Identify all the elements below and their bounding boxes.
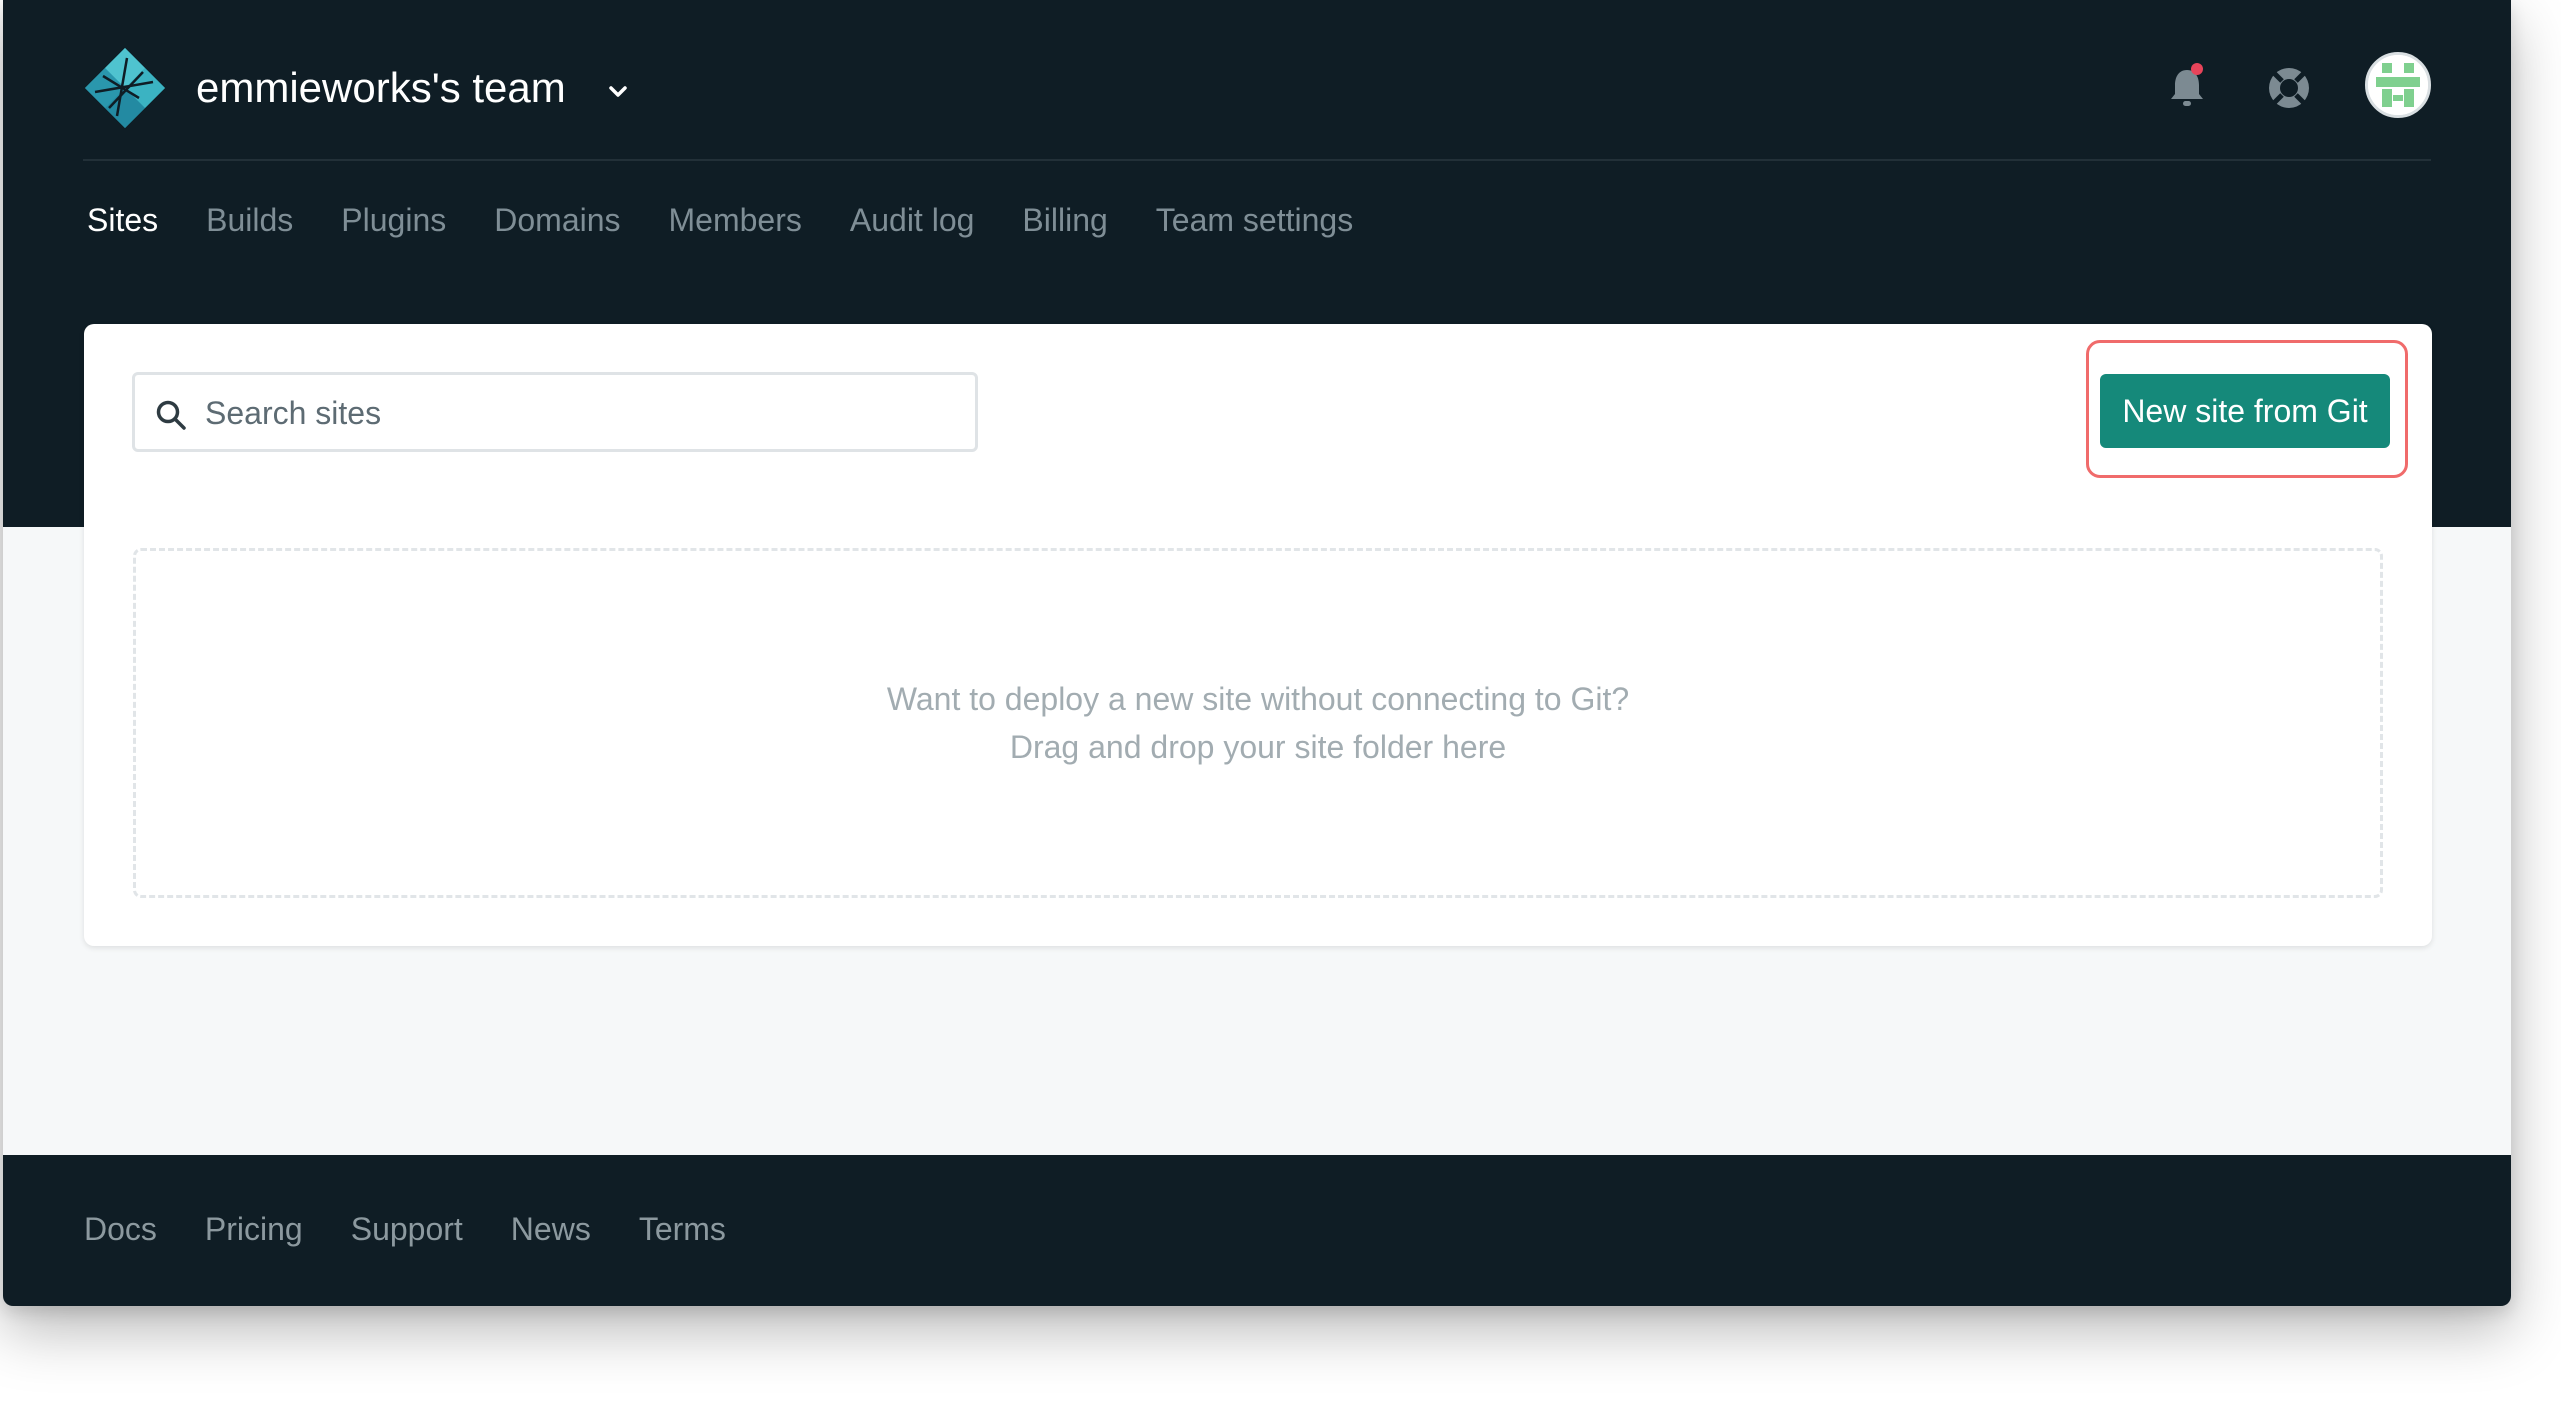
header-divider bbox=[83, 159, 2431, 161]
footer-links: Docs Pricing Support News Terms bbox=[84, 1206, 726, 1252]
drag-drop-zone[interactable]: Want to deploy a new site without connec… bbox=[133, 548, 2383, 898]
lifebuoy-icon[interactable] bbox=[2267, 66, 2311, 110]
tab-members[interactable]: Members bbox=[669, 198, 802, 242]
user-avatar[interactable] bbox=[2365, 52, 2431, 118]
tab-audit-log[interactable]: Audit log bbox=[850, 198, 975, 242]
tab-domains[interactable]: Domains bbox=[494, 198, 620, 242]
tab-sites[interactable]: Sites bbox=[87, 198, 158, 242]
tab-builds[interactable]: Builds bbox=[206, 198, 293, 242]
team-switcher[interactable]: emmieworks's team bbox=[196, 62, 566, 114]
page-footer: Docs Pricing Support News Terms bbox=[3, 1155, 2511, 1306]
bell-icon[interactable] bbox=[2165, 62, 2209, 112]
browser-window: emmieworks's team Sites Builds Plugins D… bbox=[3, 0, 2511, 1306]
team-name-label[interactable]: emmieworks's team bbox=[196, 64, 566, 111]
search-box[interactable] bbox=[132, 372, 978, 452]
footer-link-support[interactable]: Support bbox=[351, 1206, 463, 1252]
tab-plugins[interactable]: Plugins bbox=[341, 198, 446, 242]
footer-link-pricing[interactable]: Pricing bbox=[205, 1206, 303, 1252]
avatar-pattern-icon bbox=[2368, 55, 2428, 115]
new-site-from-git-button[interactable]: New site from Git bbox=[2100, 374, 2390, 448]
dropzone-text-2: Drag and drop your site folder here bbox=[1009, 729, 1507, 765]
sites-card: New site from Git Want to deploy a new s… bbox=[84, 324, 2432, 946]
team-nav-tabs: Sites Builds Plugins Domains Members Aud… bbox=[87, 198, 1353, 242]
tab-billing[interactable]: Billing bbox=[1022, 198, 1107, 242]
footer-link-terms[interactable]: Terms bbox=[639, 1206, 726, 1252]
footer-link-news[interactable]: News bbox=[511, 1206, 591, 1252]
search-icon bbox=[156, 400, 186, 430]
notification-dot bbox=[2191, 63, 2203, 75]
chevron-down-icon[interactable] bbox=[606, 80, 630, 104]
footer-link-docs[interactable]: Docs bbox=[84, 1206, 157, 1252]
search-input[interactable] bbox=[203, 385, 947, 441]
tab-team-settings[interactable]: Team settings bbox=[1156, 198, 1353, 242]
dropzone-text-1: Want to deploy a new site without connec… bbox=[886, 681, 1630, 717]
netlify-logo-icon[interactable] bbox=[83, 46, 167, 130]
